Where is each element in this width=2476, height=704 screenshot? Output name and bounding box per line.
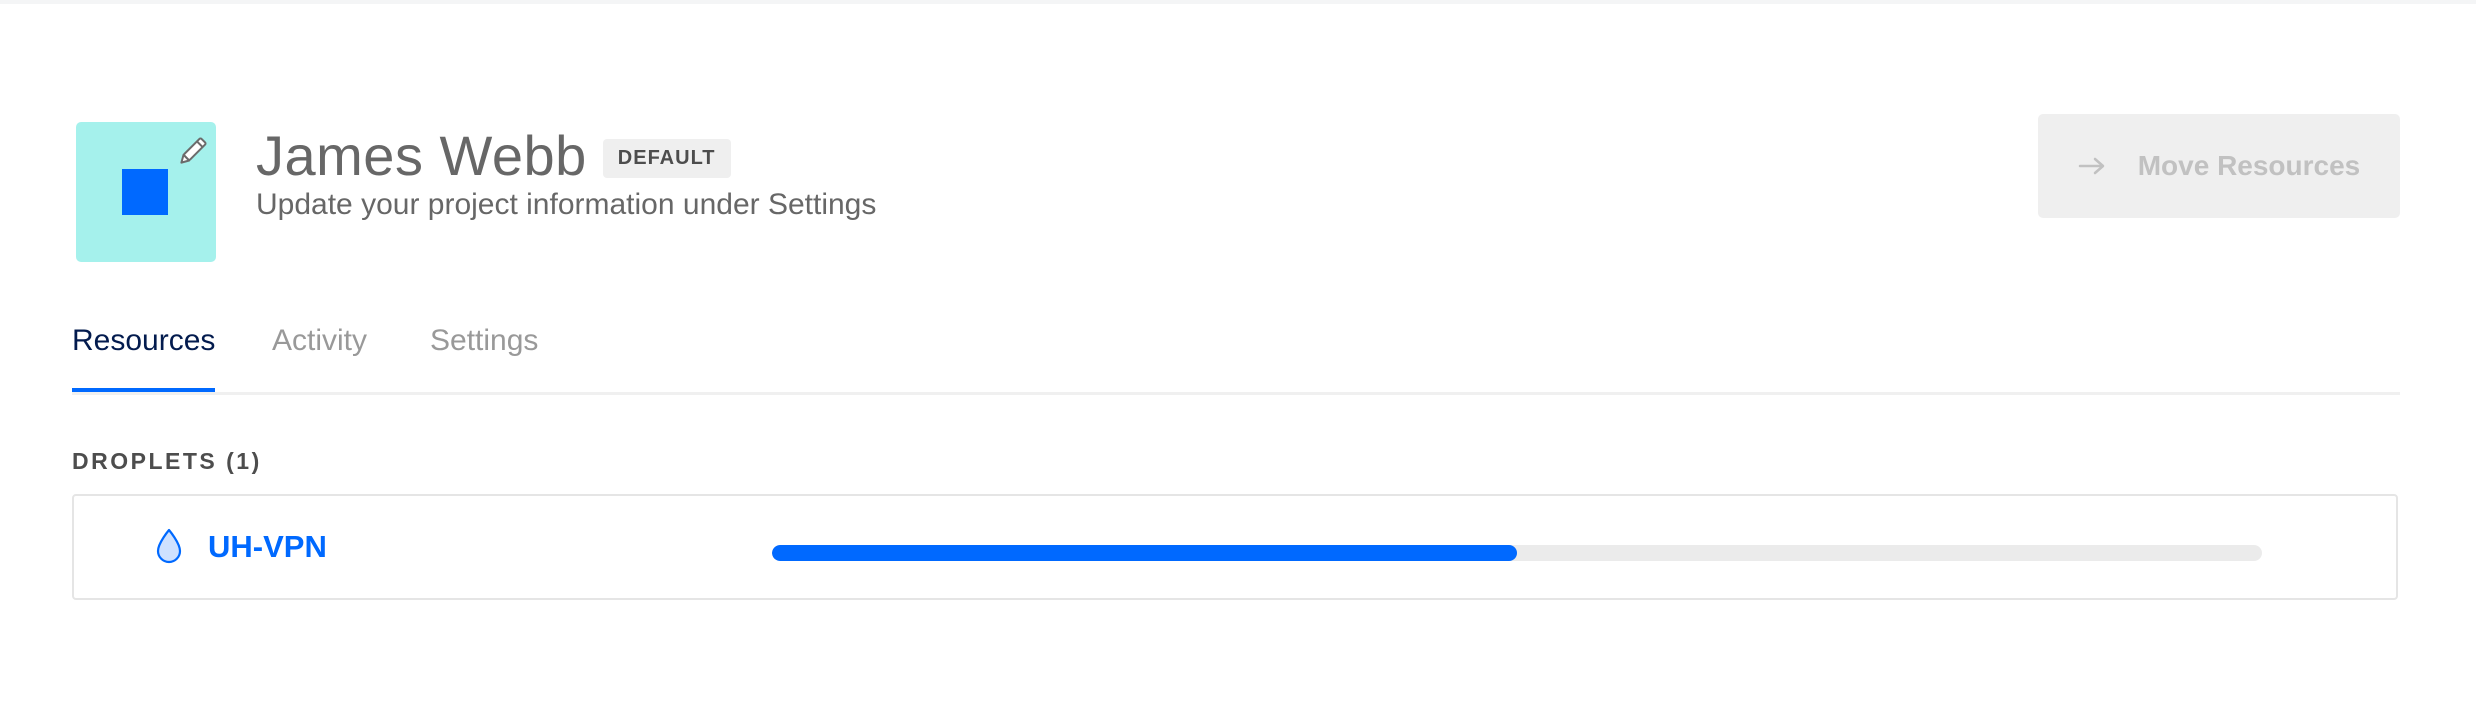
move-resources-label: Move Resources [2137, 150, 2361, 181]
top-divider [0, 0, 2476, 4]
move-resources-button[interactable]: Move Resources [2038, 114, 2400, 218]
tab-resources[interactable]: Resources [72, 324, 216, 392]
pencil-icon [180, 137, 207, 164]
project-name: James Webb [256, 123, 587, 187]
tab-settings[interactable]: Settings [430, 324, 538, 388]
droplet-list-item[interactable]: UH-VPN [72, 494, 2398, 600]
project-subtitle: Update your project information under Se… [256, 188, 877, 221]
droplet-name-link[interactable]: UH-VPN [208, 529, 327, 565]
droplet-progress-bar [772, 545, 2262, 561]
project-avatar[interactable] [76, 122, 216, 262]
arrow-right-icon [2078, 157, 2104, 175]
avatar-square [122, 169, 168, 215]
project-title-row: James Webb DEFAULT [256, 120, 731, 190]
default-badge: DEFAULT [602, 138, 731, 178]
project-tabs: Resources Activity Settings [72, 318, 2400, 395]
tab-activity[interactable]: Activity [272, 324, 367, 388]
droplet-progress-fill [772, 545, 1517, 561]
droplets-section-label: DROPLETS (1) [72, 448, 262, 474]
droplet-icon [156, 528, 182, 564]
